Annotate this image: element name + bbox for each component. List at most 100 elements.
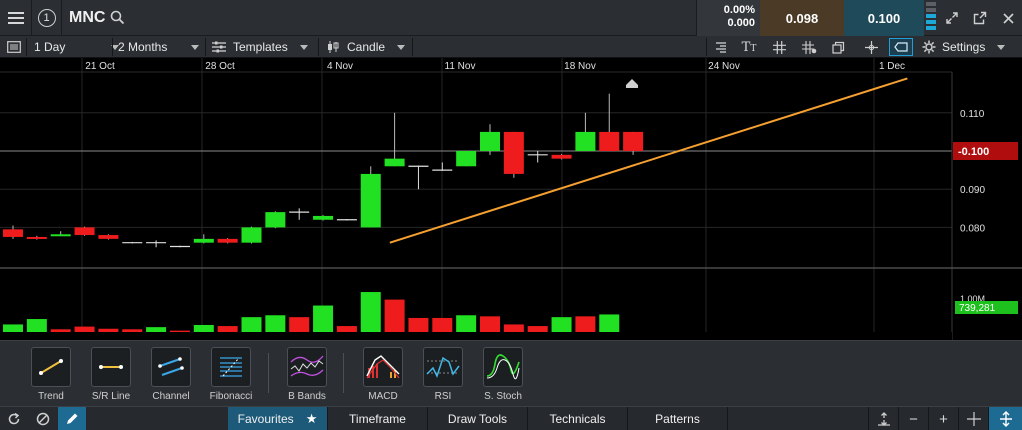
indicator-macd[interactable]: MACD <box>353 347 413 402</box>
popout-icon[interactable] <box>966 0 994 36</box>
interval-select[interactable]: 1 Day <box>34 36 120 58</box>
volume-bar <box>480 316 500 332</box>
search-icon[interactable] <box>110 10 125 25</box>
candle-body <box>74 227 95 236</box>
grid-settings-icon[interactable] <box>798 36 820 58</box>
stoch-icon <box>483 347 523 387</box>
indicator-label: Trend <box>38 391 64 402</box>
indicator-label: B Bands <box>288 391 326 402</box>
price-tick-label: 0.080 <box>960 223 985 234</box>
indicator-rsi[interactable]: RSI <box>413 347 473 402</box>
volume-bar <box>575 316 596 332</box>
pencil-icon[interactable] <box>58 407 86 430</box>
expand-icon[interactable] <box>938 0 966 36</box>
crosshair-icon[interactable] <box>860 36 882 58</box>
date-label: 21 Oct <box>85 61 115 72</box>
legend-icon[interactable] <box>710 36 732 58</box>
volume-bar <box>26 319 47 332</box>
indicator-trend[interactable]: Trend <box>21 347 81 402</box>
crosshair-mode-icon[interactable] <box>958 407 988 430</box>
indicator-shortcuts: Trend S/R Line Channel Fibonacci B Bands… <box>0 340 1022 406</box>
link-group-button[interactable]: 1 <box>32 0 62 36</box>
gear-icon <box>922 40 936 54</box>
candle-body <box>623 131 644 151</box>
chart-list-icon[interactable] <box>3 36 25 58</box>
templates-select[interactable]: Templates <box>212 36 308 58</box>
layers-icon[interactable] <box>828 36 850 58</box>
tab-patterns[interactable]: Patterns <box>628 407 728 430</box>
sr-line-icon <box>91 347 131 387</box>
change-percent: 0.00% <box>723 4 755 16</box>
price-tag-icon[interactable] <box>889 38 913 56</box>
chart-type-select[interactable]: Candle <box>326 36 406 58</box>
fit-height-icon[interactable] <box>868 407 898 430</box>
zoom-out-icon[interactable]: − <box>898 407 928 430</box>
volume-bar <box>360 292 381 332</box>
ask-price[interactable]: 0.100 <box>844 0 924 36</box>
indicator-fibonacci[interactable]: Fibonacci <box>201 347 261 402</box>
text-size-icon[interactable]: TT <box>738 36 760 58</box>
channel-icon <box>151 347 191 387</box>
tab-technicals[interactable]: Technicals <box>528 407 628 430</box>
candle-body <box>217 238 238 243</box>
candle-body <box>3 229 23 237</box>
volume-bar <box>146 327 167 332</box>
hamburger-menu-icon[interactable] <box>0 0 32 36</box>
bbands-icon <box>287 347 327 387</box>
chevron-down-icon <box>299 44 308 50</box>
indicator-sr-line[interactable]: S/R Line <box>81 347 141 402</box>
candle-body <box>551 154 572 159</box>
candle-body <box>265 212 286 228</box>
indicator-stoch[interactable]: S. Stoch <box>473 347 533 402</box>
candle-body <box>503 131 524 174</box>
volume-bar <box>122 329 143 332</box>
indicator-label: S. Stoch <box>484 391 522 402</box>
candle-body <box>480 131 500 151</box>
volume-floor <box>0 332 952 340</box>
indicator-bbands[interactable]: B Bands <box>277 347 337 402</box>
candle-body <box>98 235 119 239</box>
tab-timeframe[interactable]: Timeframe <box>328 407 428 430</box>
volume-bar <box>50 329 71 332</box>
settings-label: Settings <box>942 40 986 54</box>
chevron-down-icon <box>191 44 200 50</box>
price-chart[interactable]: 21 Oct 28 Oct 4 Nov 11 Nov 18 Nov 24 Nov 1 Dec… <box>0 58 1022 340</box>
refresh-icon[interactable] <box>0 407 28 430</box>
volume-bar <box>313 305 334 332</box>
indicator-channel[interactable]: Channel <box>141 347 201 402</box>
volume-bar <box>169 330 190 332</box>
settings-select[interactable]: Settings <box>922 36 1006 58</box>
rsi-icon <box>423 347 463 387</box>
disable-icon[interactable] <box>29 407 57 430</box>
trend-icon <box>31 347 71 387</box>
bid-price[interactable]: 0.098 <box>760 0 844 36</box>
indicator-label: Channel <box>152 391 190 402</box>
link-group-icon: 1 <box>37 9 56 27</box>
date-label: 18 Nov <box>564 61 596 72</box>
candle-body <box>313 215 334 220</box>
volume-bar <box>289 317 310 332</box>
tab-label: Technicals <box>549 412 606 426</box>
date-label: 4 Nov <box>327 61 353 72</box>
zoom-in-icon[interactable]: + <box>928 407 958 430</box>
indicator-label: RSI <box>434 391 452 402</box>
tab-draw-tools[interactable]: Draw Tools <box>428 407 528 430</box>
current-price-label: -0.100 <box>958 146 989 158</box>
top-bar: 1 MNC 0.00% 0.000 0.098 0.100 <box>0 0 1022 36</box>
templates-icon <box>212 41 226 53</box>
pan-vertical-icon[interactable] <box>988 407 1022 430</box>
depth-indicator-icon <box>924 2 938 34</box>
volume-bar <box>384 299 405 332</box>
indicator-label: Fibonacci <box>209 391 253 402</box>
range-select[interactable]: 2 Months <box>118 36 200 58</box>
chart-canvas[interactable]: 21 Oct 28 Oct 4 Nov 11 Nov 18 Nov 24 Nov 1 Dec… <box>0 58 1022 340</box>
candle-body <box>599 131 620 151</box>
grid-icon[interactable] <box>768 36 790 58</box>
candle-body <box>26 236 47 239</box>
tab-favourites[interactable]: Favourites ★ <box>228 407 328 430</box>
fibonacci-icon <box>211 347 251 387</box>
close-icon[interactable] <box>994 0 1022 36</box>
symbol-code[interactable]: MNC <box>69 9 105 27</box>
candle-body <box>241 227 262 243</box>
current-volume-label: 739,281 <box>959 303 996 314</box>
